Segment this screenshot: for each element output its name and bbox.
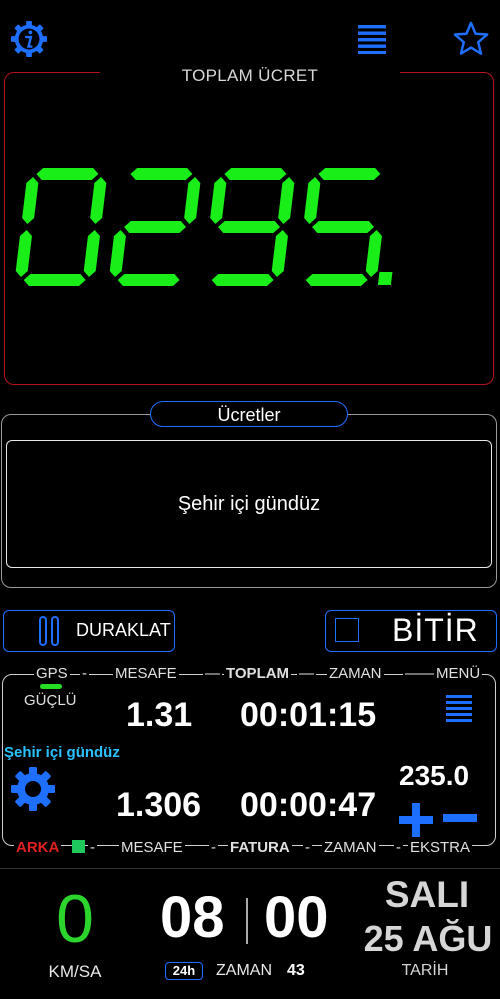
invoice-header: FATURA	[228, 839, 292, 856]
pause-icon	[39, 616, 59, 646]
arka-indicator	[72, 840, 85, 853]
fare-segment	[304, 177, 321, 224]
gps-header: GPS	[34, 665, 70, 682]
header-dash: —	[297, 665, 316, 682]
tariff-selected-label: Şehir içi gündüz	[177, 492, 321, 515]
tariff-name: Şehir içi gündüz	[4, 744, 120, 761]
fare-segment	[218, 221, 281, 233]
clock-seconds: 43	[287, 962, 305, 979]
header-dash: -	[88, 839, 97, 856]
invoice-time-value: 00:00:47	[240, 786, 377, 824]
header-dash: -	[303, 839, 312, 856]
menu-icon[interactable]	[446, 694, 472, 722]
clock-hours: 08	[160, 885, 225, 950]
fare-segment	[15, 230, 32, 277]
fare-segment	[318, 168, 381, 180]
speed-unit: KM/SA	[48, 962, 102, 981]
minus-icon[interactable]	[442, 813, 478, 823]
info-icon[interactable]	[10, 20, 48, 58]
bottom-time-header: ZAMAN	[322, 839, 379, 856]
fare-segment	[124, 221, 187, 233]
header-dash: -	[394, 839, 403, 856]
fare-segment	[211, 274, 274, 286]
fare-segment	[365, 230, 382, 277]
header-dash: ——	[403, 665, 437, 682]
menu-header: MENÜ	[434, 665, 483, 682]
header-dash: -	[209, 839, 218, 856]
fare-segment	[22, 177, 39, 224]
menu-icon[interactable]	[358, 24, 386, 54]
clock-minutes: 00	[264, 885, 329, 950]
total-time-value: 00:01:15	[240, 696, 377, 734]
fare-digit-1	[109, 168, 201, 286]
day-name: SALI	[384, 874, 470, 915]
tariff-title: Ücretler	[150, 401, 348, 427]
arka-header: ARKA	[14, 839, 62, 856]
fare-segment	[305, 274, 368, 286]
gps-strength: GÜÇLÜ	[24, 692, 77, 709]
fare-decimal-point	[377, 272, 393, 285]
bottom-distance-header: MESAFE	[119, 839, 185, 856]
fare-segment	[224, 168, 287, 180]
invoice-distance-value: 1.306	[116, 786, 202, 824]
finish-label: BİTİR	[392, 612, 479, 648]
header-dash: -	[80, 665, 89, 682]
fare-digit-2	[210, 168, 295, 286]
fare-segment	[23, 274, 86, 286]
fare-display	[15, 168, 393, 286]
date-label: TARİH	[401, 962, 449, 979]
plus-icon[interactable]	[398, 802, 434, 838]
fare-segment	[117, 274, 180, 286]
fare-segment	[90, 177, 107, 224]
clock-separator	[246, 898, 248, 944]
gps-signal-bar	[40, 684, 62, 689]
fare-segment	[109, 230, 126, 277]
extra-amount-value: 235.0	[399, 760, 470, 791]
fare-segment	[312, 221, 375, 233]
finish-checkbox-icon	[335, 618, 359, 642]
tariff-selector[interactable]: Şehir içi gündüz	[6, 440, 492, 568]
time-format-badge[interactable]: 24h	[165, 962, 203, 980]
day-date: 25 AĞU	[363, 918, 493, 959]
header-dash: —	[203, 665, 222, 682]
distance-header: MESAFE	[113, 665, 179, 682]
fare-label: TOPLAM ÜCRET	[181, 66, 319, 85]
gear-icon[interactable]	[10, 766, 56, 812]
extra-header: EKSTRA	[408, 839, 473, 856]
speed-value: 0	[56, 881, 94, 957]
fare-digit-3	[304, 168, 382, 286]
star-icon[interactable]	[452, 20, 490, 58]
fare-segment	[83, 230, 100, 277]
fare-segment	[210, 177, 227, 224]
fare-segment	[130, 168, 193, 180]
pause-label: DURAKLAT	[76, 620, 171, 640]
fare-segment	[278, 177, 295, 224]
fare-segment	[184, 177, 201, 224]
fare-digit-0	[15, 168, 107, 286]
fare-segment	[36, 168, 99, 180]
time-header: ZAMAN	[327, 665, 384, 682]
clock-label: ZAMAN	[216, 962, 272, 979]
divider	[0, 868, 500, 869]
fare-segment	[271, 230, 288, 277]
total-header: TOPLAM	[224, 665, 292, 682]
total-distance-value: 1.31	[126, 696, 193, 734]
